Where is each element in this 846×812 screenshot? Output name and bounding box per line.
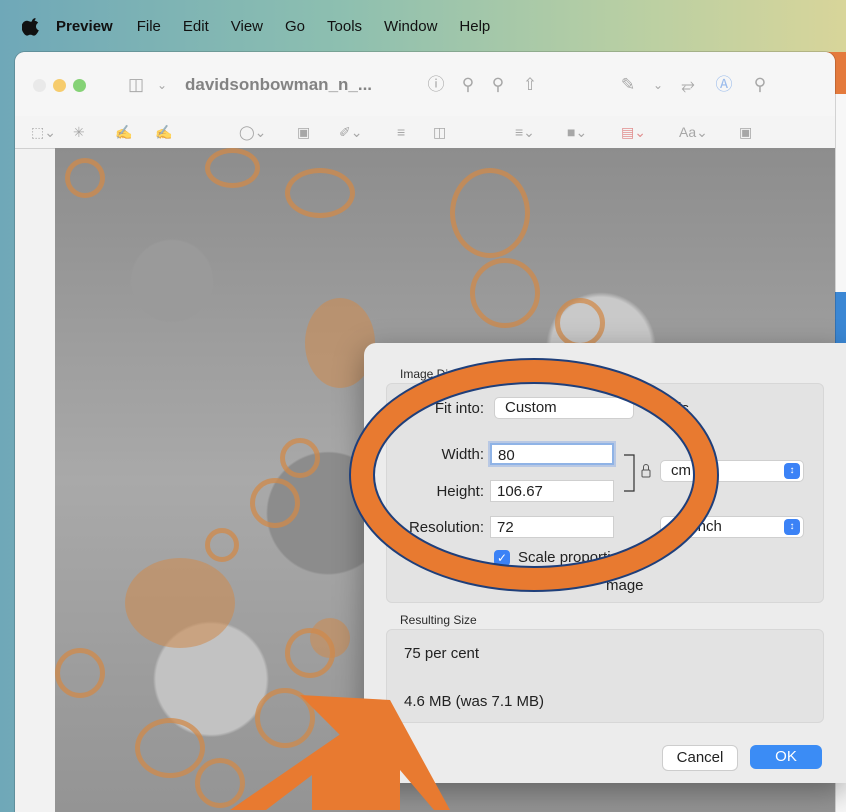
lichen-patch <box>205 148 260 188</box>
stepper-icon: ↕ <box>784 519 800 535</box>
lichen-patch <box>255 688 315 748</box>
lichen-patch <box>470 258 540 328</box>
image-size-dialog: Image Dimensions Fit into: Custom ixels … <box>364 343 846 783</box>
width-label: Width: <box>441 446 484 463</box>
lichen-patch <box>450 168 530 258</box>
scale-proportionally-label: Scale proporti <box>518 549 611 566</box>
resolution-label: Resolution: <box>408 519 484 536</box>
menu-help[interactable]: Help <box>459 18 490 35</box>
menu-tools[interactable]: Tools <box>327 18 362 35</box>
lichen-patch <box>280 438 320 478</box>
lichen-patch <box>135 718 205 778</box>
menu-go[interactable]: Go <box>285 18 305 35</box>
cancel-button[interactable]: Cancel <box>662 745 738 771</box>
lichen-patch <box>55 648 105 698</box>
fit-into-label: Fit into: <box>434 400 484 417</box>
resulting-percent: 75 per cent <box>404 645 480 662</box>
menu-window[interactable]: Window <box>384 18 437 35</box>
width-field[interactable]: 80 <box>490 443 614 465</box>
menu-bar: Preview File Edit View Go Tools Window H… <box>0 0 846 52</box>
lichen-patch <box>205 528 239 562</box>
apple-menu-icon[interactable] <box>22 16 42 36</box>
lichen-blob <box>125 558 235 648</box>
resolution-field[interactable]: 72 <box>490 516 614 538</box>
stepper-icon: ↕ <box>784 463 800 479</box>
resample-image-label: mage <box>606 577 644 594</box>
height-field[interactable]: 106.67 <box>490 480 614 502</box>
scale-proportionally-checkbox[interactable]: ✓ <box>494 550 510 566</box>
menu-edit[interactable]: Edit <box>183 18 209 35</box>
size-unit-value: cm <box>671 462 691 479</box>
menu-file[interactable]: File <box>137 18 161 35</box>
lichen-patch <box>195 758 245 808</box>
resulting-file-size: 4.6 MB (was 7.1 MB) <box>404 693 545 710</box>
window-dim-overlay <box>15 52 835 148</box>
lichen-patch <box>285 168 355 218</box>
fit-into-value: Custom <box>505 399 557 416</box>
fit-into-popup[interactable]: Custom <box>494 397 634 419</box>
resolution-unit-value: els/inch <box>671 518 722 535</box>
lichen-patch <box>65 158 105 198</box>
resulting-size-label: Resulting Size <box>400 613 477 627</box>
lichen-blob <box>310 618 350 658</box>
size-unit-popup[interactable]: cm ↕ <box>660 460 804 482</box>
menu-app-name[interactable]: Preview <box>56 18 113 35</box>
image-dimensions-label: Image Dimensions <box>400 367 500 381</box>
lichen-patch <box>555 298 605 348</box>
height-label: Height: <box>436 483 484 500</box>
link-bracket-icon <box>624 454 651 492</box>
fit-into-unit: ixels <box>659 400 690 417</box>
lichen-patch <box>250 478 300 528</box>
ok-button[interactable]: OK <box>750 745 822 769</box>
menu-view[interactable]: View <box>231 18 263 35</box>
resolution-unit-popup[interactable]: els/inch ↕ <box>660 516 804 538</box>
